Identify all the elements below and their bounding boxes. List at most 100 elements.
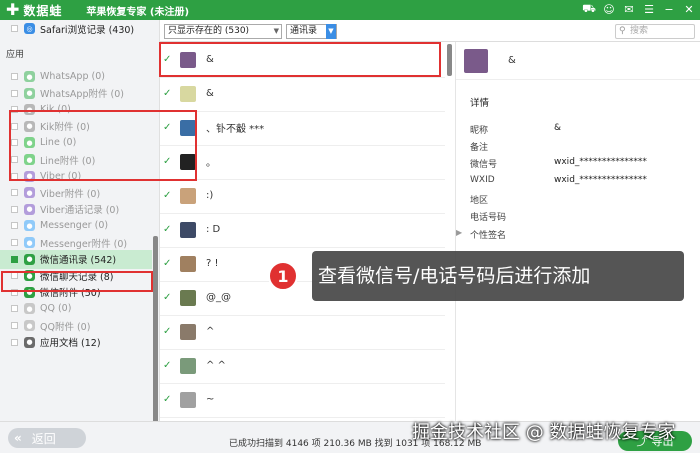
sidebar-item-label: WhatsApp (0) xyxy=(40,71,105,82)
row-checkbox[interactable]: ✓ xyxy=(163,225,172,235)
app-icon: ● xyxy=(24,237,35,248)
contact-name: :) xyxy=(206,190,214,201)
sidebar-item-label: 应用文档 (12) xyxy=(40,338,101,350)
sidebar-checkbox[interactable] xyxy=(11,189,18,197)
detail-field-label: 地区 xyxy=(470,196,489,206)
search-input[interactable]: ⚲ 搜索 xyxy=(615,24,695,39)
sidebar-section-heading: 应用 xyxy=(6,50,25,60)
row-checkbox[interactable]: ✓ xyxy=(163,361,172,371)
contact-name: & xyxy=(206,88,214,99)
sidebar-item[interactable]: ● WhatsApp (0) xyxy=(0,68,152,85)
row-checkbox[interactable]: ✓ xyxy=(163,89,172,99)
back-button-label: 返回 xyxy=(31,431,56,446)
contact-row[interactable]: ✓ 、钋不觳 *** xyxy=(160,110,445,146)
expand-arrow-icon[interactable]: ▶ xyxy=(456,228,462,237)
sidebar-item-safari[interactable]: ◎ Safari浏览记录 (430) xyxy=(0,20,152,37)
app-icon: ● xyxy=(24,71,35,82)
sidebar-item[interactable]: ● 应用文档 (12) xyxy=(0,334,152,351)
sidebar-item[interactable]: ● 微信通讯录 (542) xyxy=(0,249,152,269)
safari-icon: ◎ xyxy=(24,23,35,34)
sidebar-checkbox[interactable] xyxy=(11,73,18,80)
contact-row[interactable]: ✓ ^ xyxy=(160,314,445,350)
list-toolbar: 只显示存在的 (530) ▼ 通讯录 ▼ ⚲ 搜索 xyxy=(160,20,700,42)
sidebar-checkbox[interactable] xyxy=(11,255,18,263)
type-select[interactable]: 通讯录 ▼ xyxy=(286,24,337,39)
row-checkbox[interactable]: ✓ xyxy=(163,191,172,201)
back-button[interactable]: « 返回 xyxy=(8,428,86,448)
title-bar: ✚ 数据蛙 苹果恢复专家 (未注册) ⛟ ☺ ✉ ☰ − ✕ xyxy=(0,0,700,20)
sidebar-checkbox[interactable] xyxy=(11,322,18,329)
row-checkbox[interactable]: ✓ xyxy=(163,259,172,269)
search-icon: ⚲ xyxy=(619,26,626,36)
sidebar-highlight-box xyxy=(1,271,153,292)
sidebar-item-label: 微信通讯录 (542) xyxy=(40,255,117,267)
contact-name: @_@ xyxy=(206,292,231,303)
sidebar-item-label: QQ附件 (0) xyxy=(40,321,91,333)
contact-row[interactable]: ✓ ^ ^ xyxy=(160,348,445,384)
contact-row[interactable]: ✓: D xyxy=(160,212,445,248)
user-icon[interactable]: ☺ xyxy=(602,2,616,16)
logo-plus-icon: ✚ xyxy=(6,0,20,19)
app-icon: ● xyxy=(24,203,35,215)
sidebar-item-label: WhatsApp附件 (0) xyxy=(40,89,124,101)
detail-field-value: wxid_*************** xyxy=(554,157,647,167)
sidebar-checkbox[interactable] xyxy=(11,89,18,97)
sidebar-item[interactable]: ● WhatsApp附件 (0) xyxy=(0,85,152,102)
cart-icon[interactable]: ⛟ xyxy=(582,2,596,16)
close-icon[interactable]: ✕ xyxy=(682,2,696,16)
sidebar-item[interactable]: ● QQ (0) xyxy=(0,300,152,317)
app-icon: ● xyxy=(24,253,35,265)
contact-name: ^ xyxy=(206,326,215,337)
sidebar-item[interactable]: ● Messenger附件 (0) xyxy=(0,234,152,251)
app-icon: ● xyxy=(24,320,35,331)
sidebar-checkbox[interactable] xyxy=(11,338,18,346)
minimize-icon[interactable]: − xyxy=(662,2,676,16)
watermark: 掘金技术社区 @ 数据蛙恢复专家 xyxy=(412,422,676,443)
filter-select-value: 只显示存在的 (530) xyxy=(168,26,250,36)
sidebar-item[interactable]: ● Viber附件 (0) xyxy=(0,184,152,201)
row-checkbox[interactable]: ✓ xyxy=(163,395,172,405)
sidebar-checkbox[interactable] xyxy=(11,222,18,230)
search-placeholder: 搜索 xyxy=(630,26,649,36)
menu-icon[interactable]: ☰ xyxy=(642,2,656,16)
sidebar-item[interactable]: ● Messenger (0) xyxy=(0,217,152,234)
category-sidebar: ◎ Safari浏览记录 (430) 应用 ● WhatsApp (0) ● What… xyxy=(0,20,160,436)
sidebar-checkbox[interactable] xyxy=(11,205,18,213)
contact-row[interactable]: ✓ & xyxy=(160,76,445,112)
chevron-down-icon: ▼ xyxy=(273,27,279,35)
sidebar-item-label: Viber附件 (0) xyxy=(40,188,101,200)
row-checkbox[interactable]: ✓ xyxy=(163,327,172,337)
contact-name: 、钋不觳 *** xyxy=(206,124,265,135)
detail-field-value: wxid_*************** xyxy=(554,175,647,185)
callout-text: 查看微信号/电话号码后进行添加 xyxy=(312,251,684,301)
contact-row[interactable]: ✓ ~ xyxy=(160,382,445,418)
detail-section-title: 详情 xyxy=(470,98,490,109)
chat-icon[interactable]: ✉ xyxy=(622,2,636,16)
detail-field-label: 个性签名 xyxy=(470,231,507,241)
contact-avatar xyxy=(180,357,196,374)
sidebar-checkbox[interactable] xyxy=(11,25,18,32)
row-checkbox[interactable]: ✓ xyxy=(163,293,172,303)
app-icon: ● xyxy=(24,303,35,315)
list-scrollbar[interactable] xyxy=(447,44,452,76)
detail-field-label: 昵称 xyxy=(470,126,489,136)
contact-name: ~ xyxy=(206,394,215,405)
step-number-badge: 1 xyxy=(268,261,298,291)
app-icon: ● xyxy=(24,336,35,348)
detail-header: & xyxy=(456,42,700,80)
sidebar-item[interactable]: ● QQ附件 (0) xyxy=(0,317,152,334)
sidebar-item[interactable]: ● Viber通话记录 (0) xyxy=(0,201,152,218)
detail-field-label: 微信号 xyxy=(470,160,498,170)
contact-row[interactable]: ✓:) xyxy=(160,178,445,214)
sidebar-item-label: QQ (0) xyxy=(40,303,72,315)
contact-row[interactable]: ✓。 xyxy=(160,144,445,180)
app-icon: ● xyxy=(24,220,35,232)
filter-select[interactable]: 只显示存在的 (530) ▼ xyxy=(164,24,282,39)
sidebar-scrollbar[interactable] xyxy=(153,236,158,436)
detail-field-value: & xyxy=(554,123,562,133)
sidebar-checkbox[interactable] xyxy=(11,305,18,313)
window-title: 苹果恢复专家 (未注册) xyxy=(86,6,190,18)
sidebar-item-label: Viber通话记录 (0) xyxy=(40,205,120,217)
sidebar-checkbox[interactable] xyxy=(11,239,18,246)
detail-avatar xyxy=(464,48,488,73)
